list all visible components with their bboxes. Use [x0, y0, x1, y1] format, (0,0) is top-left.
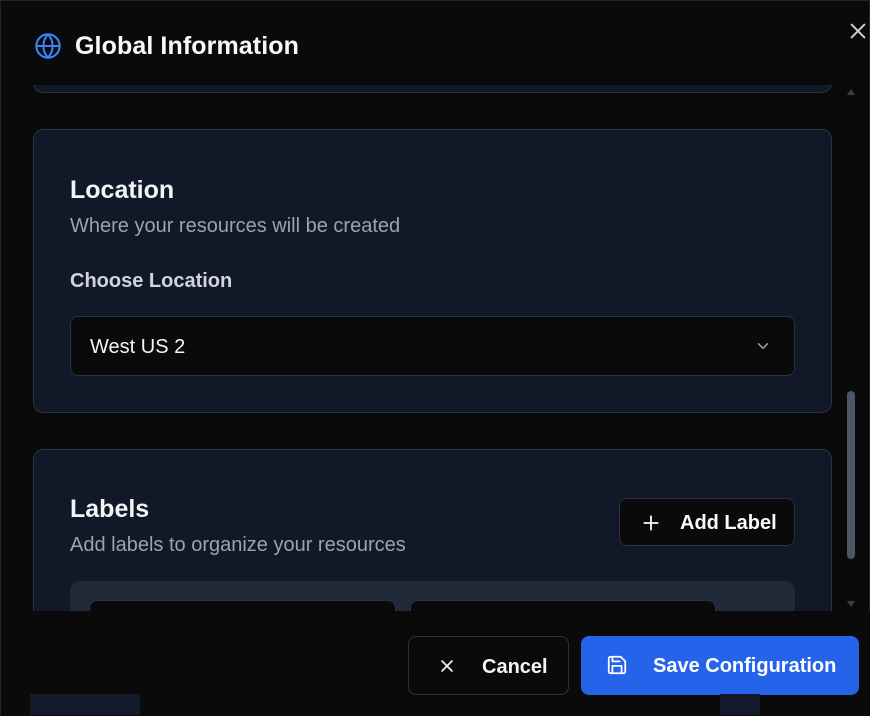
scroll-up-arrow[interactable]	[847, 89, 855, 95]
globe-icon	[35, 33, 61, 59]
scrollbar[interactable]	[841, 85, 861, 611]
cancel-button[interactable]: Cancel	[408, 636, 569, 695]
close-icon[interactable]	[847, 20, 869, 42]
location-subtitle: Where your resources will be created	[70, 215, 401, 237]
location-select-value: West US 2	[90, 336, 186, 358]
chevron-down-icon	[757, 343, 769, 349]
plus-icon	[643, 515, 659, 531]
x-icon	[441, 660, 453, 672]
save-configuration-label: Save Configuration	[653, 655, 837, 677]
background-panel	[720, 694, 760, 715]
labels-subtitle: Add labels to organize your resources	[70, 534, 406, 556]
location-heading: Location	[70, 176, 175, 204]
save-configuration-button[interactable]: Save Configuration	[581, 636, 859, 695]
labels-card: Labels Add labels to organize your resou…	[33, 449, 832, 611]
dialog-title: Global Information	[75, 32, 300, 60]
dialog-header: Global Information	[1, 1, 870, 89]
label-value-input[interactable]	[410, 600, 716, 611]
labels-heading: Labels	[70, 495, 150, 523]
background-panel	[30, 694, 140, 715]
choose-location-label: Choose Location	[70, 270, 233, 292]
labels-list	[70, 581, 795, 611]
save-icon	[607, 655, 627, 675]
scrollbar-thumb[interactable]	[847, 391, 855, 559]
location-card: Location Where your resources will be cr…	[33, 129, 832, 413]
add-label-button-label: Add Label	[680, 512, 777, 534]
previous-section-card	[33, 85, 832, 93]
global-information-dialog: Global Information Location Where your r…	[0, 0, 870, 716]
add-label-button[interactable]: Add Label	[619, 498, 795, 546]
scroll-down-arrow[interactable]	[847, 601, 855, 607]
cancel-button-label: Cancel	[482, 656, 548, 678]
dialog-scroll-area[interactable]: Location Where your resources will be cr…	[1, 85, 861, 611]
label-key-input[interactable]	[89, 600, 396, 611]
location-select[interactable]: West US 2	[70, 316, 795, 376]
